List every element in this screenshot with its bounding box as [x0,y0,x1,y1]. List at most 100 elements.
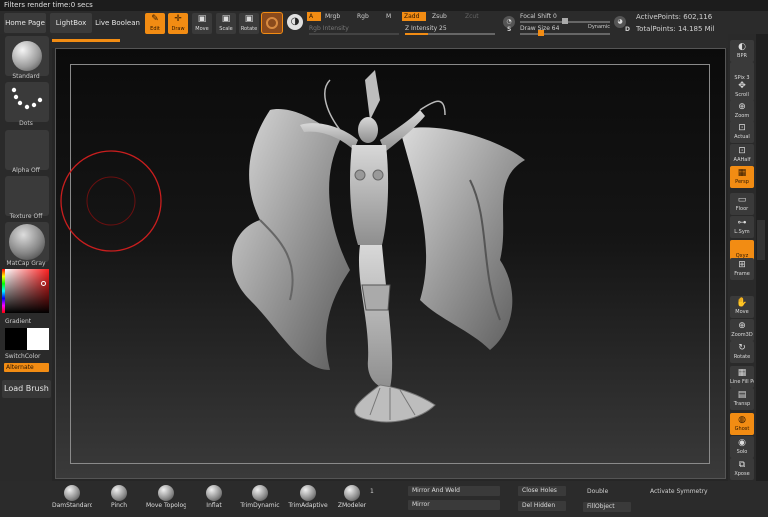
m-button[interactable]: M [386,13,391,20]
del-hidden-button[interactable]: Del Hidden [518,501,566,511]
total-points: TotalPoints: 14.185 Mil [636,25,715,33]
close-holes-button[interactable]: Close Holes [518,486,566,496]
z-intensity-fill [405,33,428,35]
floor-button[interactable]: ▭ Floor [730,193,754,215]
brush-name: Inflat [206,502,222,509]
shelf-label: BPR [737,53,747,59]
edit-tool-button[interactable]: ✎ Edit [145,13,165,34]
brush-label: Standard [12,73,40,80]
trimadaptive-brush-button[interactable]: TrimAdaptive [288,485,328,509]
pinch-brush-icon [111,485,127,501]
scroll-button[interactable]: ✥ Scroll [730,79,754,101]
mirror-and-weld-button[interactable]: Mirror And Weld [408,486,500,496]
mirror-button[interactable]: Mirror [408,500,500,510]
shelf-label: Move [735,309,749,315]
rotate-button[interactable]: ↻ Rotate [730,341,754,363]
l-sym-button[interactable]: ⊶ L.Sym [730,216,754,238]
zoom3d-button[interactable]: ⊕ Zoom3D [730,319,754,341]
pinch-brush-button[interactable]: Pinch [99,485,139,509]
shelf-label: Rotate [733,354,751,360]
scale-tool-button[interactable]: ▣ Scale [216,13,236,34]
home-page-tab[interactable]: Home Page [4,13,46,33]
move-button[interactable]: ✋ Move [730,296,754,318]
mrgb-button[interactable]: Mrgb [325,13,340,20]
focal-shift-slider[interactable]: Focal Shift 0 [520,13,557,20]
scroll-icon: ✥ [738,81,746,91]
zadd-button[interactable]: Zadd [402,12,426,21]
tool-label: Draw [171,26,185,32]
a-toggle[interactable]: A [307,12,321,21]
sculpt-model[interactable] [220,70,540,450]
tail-band [361,284,391,311]
brush-cursor [60,150,162,252]
zmodeler-brush-button[interactable]: ZModeler [332,485,372,509]
rotate-tool-button[interactable]: ▣ Rotate [239,13,259,34]
shelf-label: Actual [734,134,750,140]
actual-button[interactable]: ⊡ Actual [730,121,754,143]
aahalf-button[interactable]: ⊡ AAHalf [730,144,754,166]
secondary-color-swatch[interactable] [27,328,49,350]
hue-strip[interactable] [2,269,5,313]
persp-button[interactable]: ▦ Persp [730,166,754,188]
brush-preview-button[interactable] [261,12,283,34]
shelf-label: Zoom3D [731,332,753,338]
alternate-button[interactable]: Alternate [4,363,49,372]
activate-symmetry-button[interactable]: Activate Symmetry [650,488,708,495]
z-intensity-track [405,33,495,35]
frame-button[interactable]: ⊞ Frame [730,258,754,280]
tray-handle[interactable] [757,220,765,260]
fill-object-button[interactable]: FillObject [583,502,631,512]
lightbox-tab[interactable]: LightBox [50,13,92,33]
solo-button[interactable]: ◉ Solo [730,436,754,458]
shelf-label: Persp [735,179,749,185]
move-tool-button[interactable]: ▣ Move [192,13,212,34]
ghost-button[interactable]: ◍ Ghost [730,413,754,435]
solo-icon: ◉ [738,438,746,448]
stroke-thumbnail[interactable] [5,82,49,122]
move-topologic-brush-button[interactable]: Move Topologic [146,485,186,509]
draw-tool-button[interactable]: ✛ Draw [168,13,188,34]
switch-color-button[interactable]: SwitchColor [5,353,41,360]
alpha-thumbnail[interactable] [5,130,49,170]
trimdynamic-brush-button[interactable]: TrimDynamic [240,485,280,509]
tool-label: Move [195,26,209,32]
texture-thumbnail[interactable] [5,176,49,216]
standard-brush-icon [12,41,42,71]
zsub-button[interactable]: Zsub [432,13,447,20]
gradient-label[interactable]: Gradient [5,318,31,325]
zoom-button[interactable]: ⊕ Zoom [730,100,754,122]
material-thumbnail[interactable] [5,222,49,262]
head [358,117,378,143]
brush-name: TrimDynamic [240,502,280,509]
main-color-swatch[interactable] [5,328,27,350]
load-brush-button[interactable]: Load Brush [2,380,51,398]
color-picker-handle[interactable] [41,281,46,286]
color-picker[interactable] [2,269,49,313]
rgb-button[interactable]: Rgb [357,13,369,20]
inflat-brush-button[interactable]: Inflat [194,485,234,509]
line-fill-polyf-button[interactable]: ▦Line Fill PolyF [730,366,754,388]
damstandard-brush-icon [64,485,80,501]
live-boolean-tab[interactable]: Live Boolean [95,13,140,33]
draw-icon: ✛ [174,14,182,24]
stroke-label: Dots [19,120,33,127]
focal-shift-knob[interactable] [562,18,568,24]
spotlight-icon[interactable]: ◑ [287,14,303,30]
texture-label: Texture Off [9,213,43,220]
title-bar [0,0,768,11]
zcut-button[interactable]: Zcut [465,13,479,20]
dynamic-label[interactable]: Dynamic [588,24,610,30]
damstandard-brush-button[interactable]: DamStandard [52,485,92,509]
shelf-label: Solo [736,449,748,455]
rgb-intensity-slider[interactable]: Rgb Intensity [309,25,349,32]
brush-thumbnail[interactable] [5,36,49,76]
z-intensity-slider[interactable]: Z Intensity 25 [405,25,447,32]
draw-size-knob[interactable] [538,30,544,36]
xpose-button[interactable]: ⧉ Xpose [730,458,754,480]
shelf-label: Floor [735,206,749,212]
bpr-button[interactable]: ◐ BPR [730,40,754,62]
double-button[interactable]: Double [587,488,608,495]
tendril-right [419,100,446,116]
transp-button[interactable]: ▤ Transp [730,388,754,410]
tail-fin [354,384,436,423]
